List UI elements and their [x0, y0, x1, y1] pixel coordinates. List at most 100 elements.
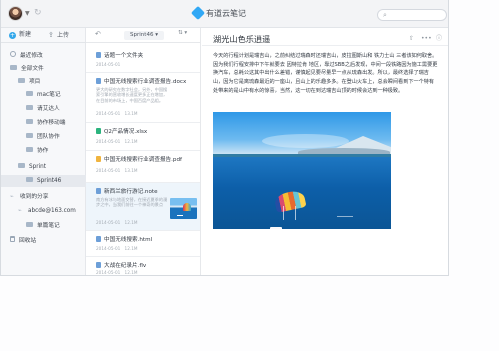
note-title: Q2产品情况.xlsx: [96, 128, 196, 136]
note-item[interactable]: 大战在纪录片.flv 2014-05-01 12.1M: [86, 257, 200, 275]
note-body[interactable]: 今天的行程计划是瑞吉山，之前纠结过瑞森时还瑞吉山，皮拉图斯山和 铁力士山 三者该…: [213, 52, 439, 106]
photo-water: [213, 154, 391, 229]
note-date: 2014-05-01 13.1M: [96, 111, 138, 116]
note-title: 大战在纪录片.flv: [96, 262, 196, 270]
note-item[interactable]: 话题一个文件夹 2014-05-01: [86, 47, 200, 73]
folder-icon: [18, 163, 25, 168]
sidebar-item-label: Sprint: [29, 164, 46, 170]
note-editor: 湖光山色乐逍遥 ⇧ ••• ⓘ 今天的行程计划是瑞吉山，之前纠结过瑞森时还瑞吉山…: [202, 28, 448, 275]
sidebar-item-request[interactable]: 请艾达人: [26, 103, 60, 115]
new-label: 新建: [19, 31, 32, 38]
page: ▼ ↻ 有道云笔记 ⌕ + 新建 ⇪ 上传 最近修改 全部文件 项目 mac笔记 请…: [0, 0, 499, 351]
note-date: 2014-05-01 12.1M: [96, 270, 138, 275]
sidebar-item-all-files[interactable]: 全部文件: [10, 63, 44, 75]
chevron-down-icon[interactable]: ▼: [25, 10, 30, 17]
more-icon[interactable]: •••: [421, 35, 432, 43]
sidebar-item-mobile[interactable]: 协作移动端: [26, 117, 65, 129]
folder-icon: [26, 147, 33, 152]
search-input[interactable]: [392, 10, 442, 20]
sidebar-item-shared-account[interactable]: ⌁ abcde@163.com: [18, 205, 76, 217]
app-title: 有道云笔记: [206, 9, 246, 18]
folder-icon: [26, 119, 33, 124]
lake-photo: [213, 112, 391, 229]
sidebar-item-team[interactable]: 团队协作: [26, 131, 60, 143]
share-icon: ⌁: [10, 193, 14, 200]
sidebar-item-sprint[interactable]: Sprint: [18, 161, 46, 173]
note-date: 2014-05-01 12.1M: [96, 139, 138, 144]
note-item[interactable]: Q2产品情况.xlsx 2014-05-01 12.1M: [86, 123, 200, 151]
folder-icon: [26, 133, 33, 138]
video-icon: [96, 262, 101, 268]
upload-button[interactable]: ⇪ 上传: [48, 30, 76, 40]
note-item[interactable]: 中国无线搜索行业调查报告.pdf 2014-05-01 13.1M: [86, 151, 200, 183]
note-title: 中国无线搜索.html: [96, 236, 196, 244]
sidebar-item-label: 收到的分享: [20, 194, 49, 200]
sidebar-item-collab[interactable]: 协作: [26, 145, 48, 157]
share-icon: ⌁: [18, 207, 22, 214]
doc-icon: [96, 52, 101, 58]
note-item[interactable]: 中国无线搜索.html 2014-05-01 12.1M: [86, 231, 200, 257]
folder-icon: [26, 177, 33, 182]
doc-icon: [96, 78, 101, 84]
sidebar-item-label: 项目: [29, 79, 41, 85]
sync-icon[interactable]: ↻: [34, 8, 44, 18]
sidebar-item-recent[interactable]: 最近修改: [10, 50, 43, 62]
note-list: ↶ Sprint46 ▾ ⇅ ▾ 话题一个文件夹 2014-05-01 中国无线…: [86, 28, 201, 275]
pdf-icon: [96, 156, 101, 162]
note-date: 2014-05-01: [96, 62, 121, 67]
sidebar-item-single-note[interactable]: 单篇笔记: [26, 220, 60, 232]
note-snippet: 南方有冰与地面交替，在接近夏季的漫步之中，当我们前往一个神奇的景点: [96, 197, 168, 208]
note-date: 2014-05-01 12.1M: [96, 220, 138, 225]
sidebar-item-project[interactable]: 项目: [18, 76, 40, 88]
search-field[interactable]: ⌕: [377, 9, 447, 21]
note-item[interactable]: 中国无线搜索行业调查报告.docx 更大的研究在数字社会，另外，中国搜索引擎的营…: [86, 73, 200, 123]
folder-icon: [26, 105, 33, 110]
sidebar-item-label: abcde@163.com: [28, 208, 76, 214]
html-icon: [96, 236, 101, 242]
sidebar-item-sprint46[interactable]: Sprint46: [1, 175, 86, 187]
editor-divider: [202, 45, 448, 46]
photo-shoreline: [213, 154, 391, 157]
folder-selector[interactable]: Sprint46 ▾: [124, 31, 164, 40]
note-thumbnail: [170, 198, 197, 219]
spreadsheet-icon: [96, 128, 101, 134]
user-avatar[interactable]: [8, 6, 23, 21]
sidebar-item-label: 单篇笔记: [37, 223, 60, 229]
note-icon: [96, 188, 101, 194]
sidebar-item-mac-notes[interactable]: mac笔记: [26, 89, 61, 101]
folder-icon: [26, 222, 33, 227]
upload-label: 上传: [57, 32, 70, 39]
folder-icon: [18, 78, 25, 83]
sidebar-actions: + 新建 ⇪ 上传: [1, 28, 86, 43]
plus-icon: +: [9, 32, 16, 39]
share-icon[interactable]: ⇧: [409, 35, 414, 43]
new-button[interactable]: + 新建: [9, 30, 39, 40]
sidebar-item-label: mac笔记: [37, 92, 61, 98]
sidebar-item-label: 全部文件: [21, 66, 44, 72]
note-toolbar: ⇧ ••• ⓘ: [409, 35, 443, 43]
note-title: 话题一个文件夹: [96, 52, 196, 60]
note-title: 中国无线搜索行业调查报告.pdf: [96, 156, 196, 164]
sort-icon[interactable]: ⇅ ▾: [178, 30, 193, 40]
clock-icon: [10, 51, 16, 57]
parasail-rope: [295, 206, 296, 220]
water-highlight: [337, 216, 353, 217]
info-icon[interactable]: ⓘ: [436, 35, 442, 43]
back-icon[interactable]: ↶: [95, 30, 101, 38]
title-bar: ▼ ↻ 有道云笔记 ⌕: [1, 0, 448, 28]
folder-name: Sprint46: [130, 32, 154, 38]
note-snippet: 更大的研究在数字社会，另外，中国搜索引擎的营收增长速度更多正在增加，在目前的市场…: [96, 87, 168, 103]
sidebar-item-label: 协作: [37, 148, 49, 154]
sidebar-item-label: 团队协作: [37, 134, 60, 140]
boat: [270, 227, 282, 229]
note-date: 2014-05-01 12.1M: [96, 246, 138, 251]
sidebar-item-label: 最近修改: [20, 53, 43, 59]
note-list-toolbar: ↶ Sprint46 ▾ ⇅ ▾: [86, 28, 200, 43]
note-heading[interactable]: 湖光山色乐逍遥: [213, 33, 383, 45]
sidebar-item-label: 请艾达人: [37, 106, 60, 112]
note-date: 2014-05-01 13.1M: [96, 168, 138, 173]
sidebar-item-shared[interactable]: ⌁ 收到的分享: [10, 191, 48, 203]
sidebar-item-trash[interactable]: 回收站: [10, 235, 36, 247]
app-logo: [190, 5, 206, 21]
note-item-selected[interactable]: 新西兰旅行游记.note 南方有冰与地面交替，在接近夏季的漫步之中，当我们前往一…: [86, 183, 200, 231]
